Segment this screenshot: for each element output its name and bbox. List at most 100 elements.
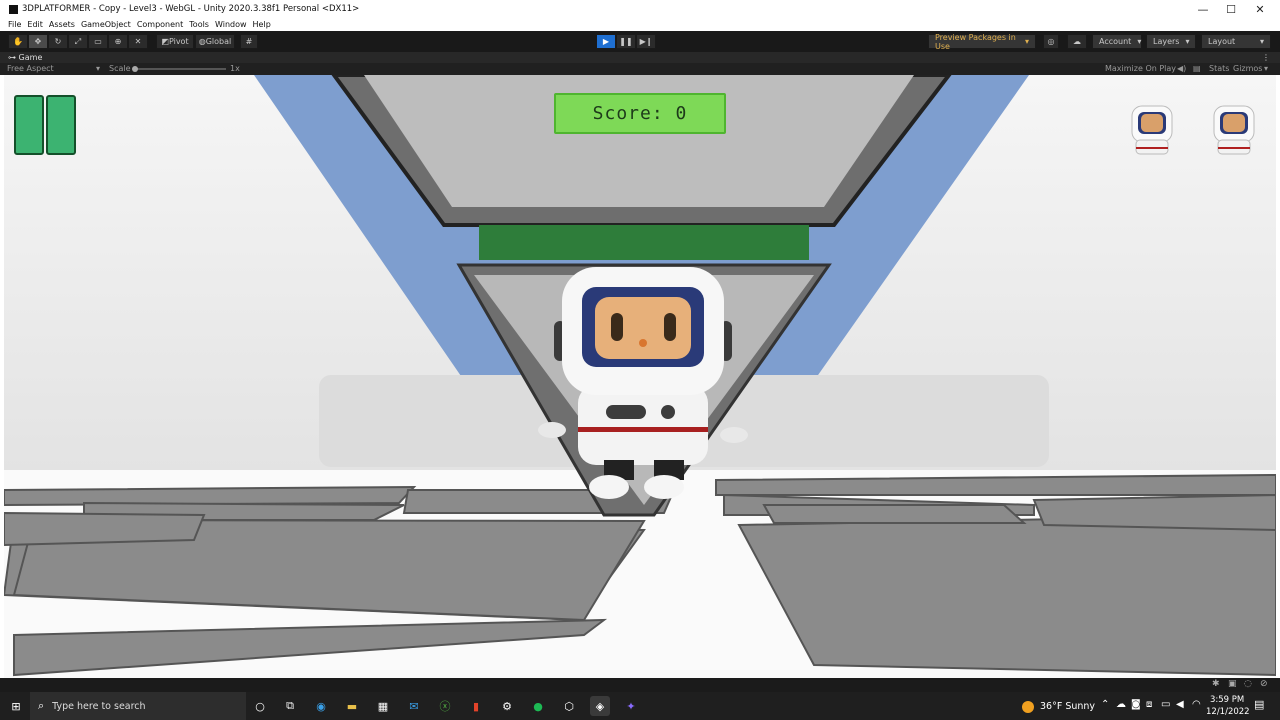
rect-tool-icon[interactable]: ▭ [88,34,108,49]
grid-snap-icon[interactable]: # [240,34,258,49]
office-icon[interactable]: ▮ [466,696,486,716]
stats-toggle[interactable]: Stats [1209,63,1229,75]
taskbar-search-box[interactable]: ⌕ Type here to search [30,692,246,720]
minimize-button[interactable]: — [1188,0,1218,18]
transform-tool-icon[interactable]: ⊕ [108,34,128,49]
gamepad-icon: ⊶ [8,53,16,62]
global-label: Global [205,37,232,46]
clock-time[interactable]: 3:59 PM [1210,695,1244,705]
menu-help[interactable]: Help [253,20,271,29]
progress-icon[interactable]: ▣ [1228,679,1237,689]
clock-date[interactable]: 12/1/2022 [1206,707,1250,717]
window-title: 3DPLATFORMER - Copy - Level3 - WebGL - U… [22,4,360,14]
vsync-icon[interactable]: ▤ [1193,63,1201,75]
scale-value: 1x [230,64,240,73]
settings-gear-icon[interactable]: ⚙ [497,696,517,716]
microsoft-store-icon[interactable]: ▦ [373,696,393,716]
scale-tool-icon[interactable]: ⤢ [68,34,88,49]
menu-tools[interactable]: Tools [189,20,209,29]
life-icon [1128,102,1176,158]
tray-app-icon[interactable]: ◙ [1131,699,1141,710]
maximize-on-play-toggle[interactable]: Maximize On Play [1105,63,1176,75]
gizmos-toggle[interactable]: Gizmos [1233,63,1262,75]
unity-hub-icon[interactable]: ⬡ [559,696,579,716]
custom-tool-icon[interactable]: ✕ [128,34,148,49]
main-toolbar: ✋ ✥ ↻ ⤢ ▭ ⊕ ✕ ◩ Pivot ◍ Global # ▶ ❚❚ ▶❙ P… [0,31,1280,52]
scale-slider[interactable] [134,68,226,70]
chevron-down-icon: ▾ [96,64,101,73]
menu-edit[interactable]: Edit [27,20,43,29]
pivot-label: Pivot [168,37,189,46]
chevron-down-icon: ▾ [1024,37,1029,46]
spotify-icon[interactable]: ● [528,696,548,716]
battery-icon[interactable]: ▭ [1161,699,1170,710]
file-explorer-icon[interactable]: ▬ [342,696,362,716]
window-title-bar: 3DPLATFORMER - Copy - Level3 - WebGL - U… [0,0,1280,18]
start-button-icon[interactable]: ⊞ [6,696,26,716]
search-placeholder: Type here to search [52,700,146,712]
rotate-tool-icon[interactable]: ↻ [48,34,68,49]
play-button[interactable]: ▶ [596,34,616,49]
chevron-down-icon: ▾ [1137,37,1142,46]
cortana-icon[interactable]: ○ [250,696,270,716]
hand-tool-icon[interactable]: ✋ [8,34,28,49]
pause-button[interactable]: ❚❚ [616,34,636,49]
chevron-down-icon: ▾ [1259,37,1264,46]
mute-audio-icon[interactable]: ◀) [1177,63,1186,75]
menu-gameobject[interactable]: GameObject [81,20,131,29]
debug-icon[interactable]: ✱ [1212,679,1220,689]
step-button[interactable]: ▶❙ [636,34,656,49]
notifications-icon[interactable]: ▤ [1254,698,1264,711]
green-band [479,225,809,260]
maximize-button[interactable]: ☐ [1216,0,1246,18]
game-scene [4,75,1276,678]
pivot-toggle[interactable]: ◩ Pivot [156,34,194,49]
volume-icon[interactable]: ◀ [1176,699,1184,710]
task-view-icon[interactable]: ⧉ [280,696,300,716]
menu-file[interactable]: File [8,20,21,29]
menu-bar: File Edit Assets GameObject Component To… [0,18,1280,31]
menu-component[interactable]: Component [137,20,183,29]
tray-chevron-icon[interactable]: ⌃ [1101,699,1109,710]
close-button[interactable]: ✕ [1245,0,1275,18]
warning-icon[interactable]: ⊘ [1260,679,1268,689]
editor-status-bar: ✱ ▣ ◌ ⊘ [0,678,1280,692]
chevron-down-icon[interactable]: ▾ [1264,63,1268,75]
move-tool-icon[interactable]: ✥ [28,34,48,49]
account-label: Account [1099,37,1132,46]
score-display: Score: 0 [554,93,726,134]
weather-text[interactable]: 36°F Sunny [1040,701,1095,712]
unity-editor-icon[interactable]: ◈ [590,696,610,716]
weather-icon[interactable] [1022,701,1034,713]
pause-hud-button[interactable] [14,95,78,157]
scale-slider-handle[interactable] [132,66,138,72]
menu-assets[interactable]: Assets [49,20,75,29]
globe-icon: ◍ [198,37,206,46]
layout-dropdown[interactable]: Layout ▾ [1201,34,1271,49]
windows-taskbar: ⊞ ⌕ Type here to search ○ ⧉ ◉ ▬ ▦ ✉ ⓧ ▮ … [0,692,1280,720]
unity-app-icon [9,4,18,14]
layers-dropdown[interactable]: Layers ▾ [1146,34,1196,49]
global-toggle[interactable]: ◍ Global [195,34,235,49]
menu-window[interactable]: Window [215,20,247,29]
collab-status-icon[interactable]: ◌ [1244,679,1252,689]
account-dropdown[interactable]: Account ▾ [1092,34,1142,49]
chevron-down-icon: ▾ [1185,37,1190,46]
aspect-dropdown[interactable]: Free Aspect [7,63,54,75]
game-view-toolbar: Free Aspect ▾ Scale 1x Maximize On Play … [0,63,1280,75]
tab-menu-icon[interactable]: ⋮ [1262,52,1270,63]
cloud-icon[interactable]: ☁ [1067,34,1087,49]
wifi-icon[interactable]: ◠ [1192,699,1201,710]
edge-browser-icon[interactable]: ◉ [311,696,331,716]
collab-icon[interactable]: ◎ [1043,34,1059,49]
app-icon[interactable]: ✦ [621,696,641,716]
xbox-icon[interactable]: ⓧ [435,696,455,716]
preview-packages-dropdown[interactable]: Preview Packages in Use ▾ [928,33,1036,51]
game-view[interactable]: Score: 0 [4,75,1276,678]
network-share-icon[interactable]: ⧈ [1146,699,1152,710]
mail-icon[interactable]: ✉ [404,696,424,716]
onedrive-icon[interactable]: ☁ [1116,699,1126,710]
tab-game[interactable]: Game [19,53,43,62]
life-icon [1210,102,1258,158]
game-tab-header: ⊶ Game ⋮ [0,52,1280,63]
